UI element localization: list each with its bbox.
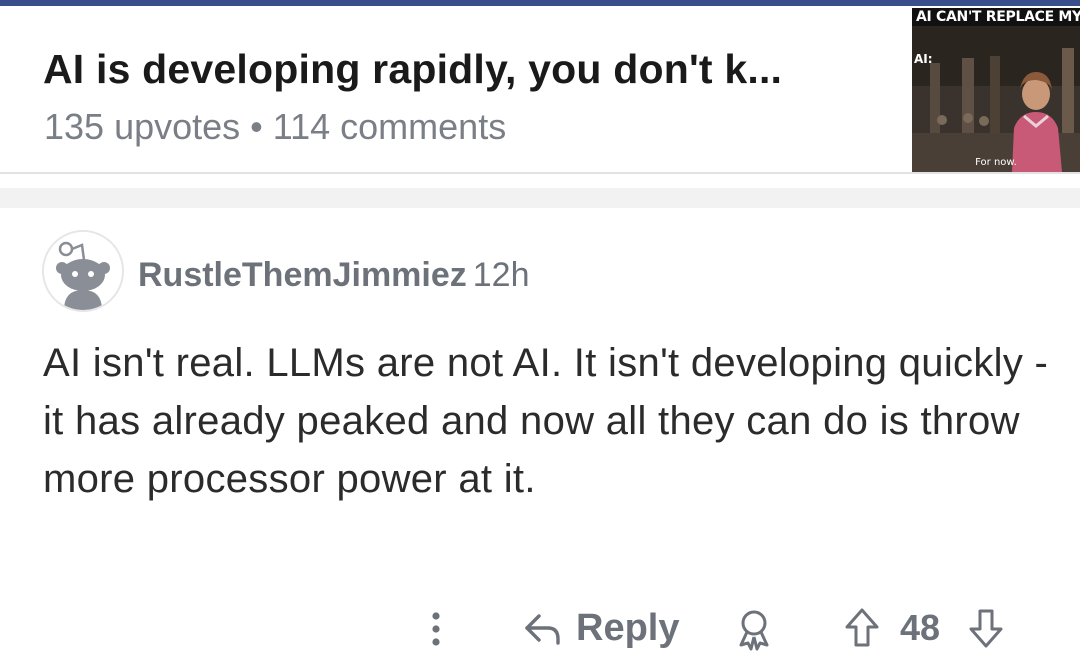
meme-image (912, 8, 1080, 172)
upvote-button[interactable] (842, 605, 882, 651)
post-title[interactable]: AI is developing rapidly, you don't k... (43, 46, 782, 93)
downvote-button[interactable] (966, 605, 1006, 651)
award-button[interactable] (734, 607, 774, 651)
avatar[interactable] (42, 230, 124, 312)
post-thumbnail[interactable]: AI CAN'T REPLACE MY JOB AI: For now. (912, 8, 1080, 172)
meme-caption: AI CAN'T REPLACE MY JOB (912, 8, 1080, 26)
comment-meta: RustleThemJimmiez 12h (138, 256, 530, 295)
meta-separator: • (250, 106, 263, 147)
upvote-count: 135 upvotes (44, 106, 241, 147)
meme-speaker: AI: (914, 52, 933, 66)
section-band (0, 188, 1080, 208)
section-gap (0, 174, 1080, 188)
award-icon (739, 610, 769, 651)
comment-actions: Reply 48 (0, 605, 1080, 651)
more-vertical-icon (432, 612, 440, 646)
meme-subtitle: For now. (975, 157, 1017, 168)
reply-button[interactable]: Reply (522, 605, 679, 651)
default-avatar-icon (44, 232, 122, 310)
reply-label: Reply (576, 606, 680, 649)
upvote-arrow-icon (845, 608, 879, 647)
reply-arrow-icon (525, 614, 560, 645)
post-meta: 135 upvotes • 114 comments (44, 106, 506, 148)
downvote-arrow-icon (969, 609, 1003, 648)
comment-score: 48 (900, 607, 941, 648)
comment-card: RustleThemJimmiez 12h AI isn't real. LLMs… (0, 208, 1080, 661)
comment-body: AI isn't real. LLMs are not AI. It isn't… (43, 341, 1049, 501)
more-options-button[interactable] (424, 607, 448, 651)
comment-count: 114 comments (272, 106, 507, 147)
comment-author[interactable]: RustleThemJimmiez (138, 256, 467, 294)
comment-age: 12h (472, 256, 530, 294)
